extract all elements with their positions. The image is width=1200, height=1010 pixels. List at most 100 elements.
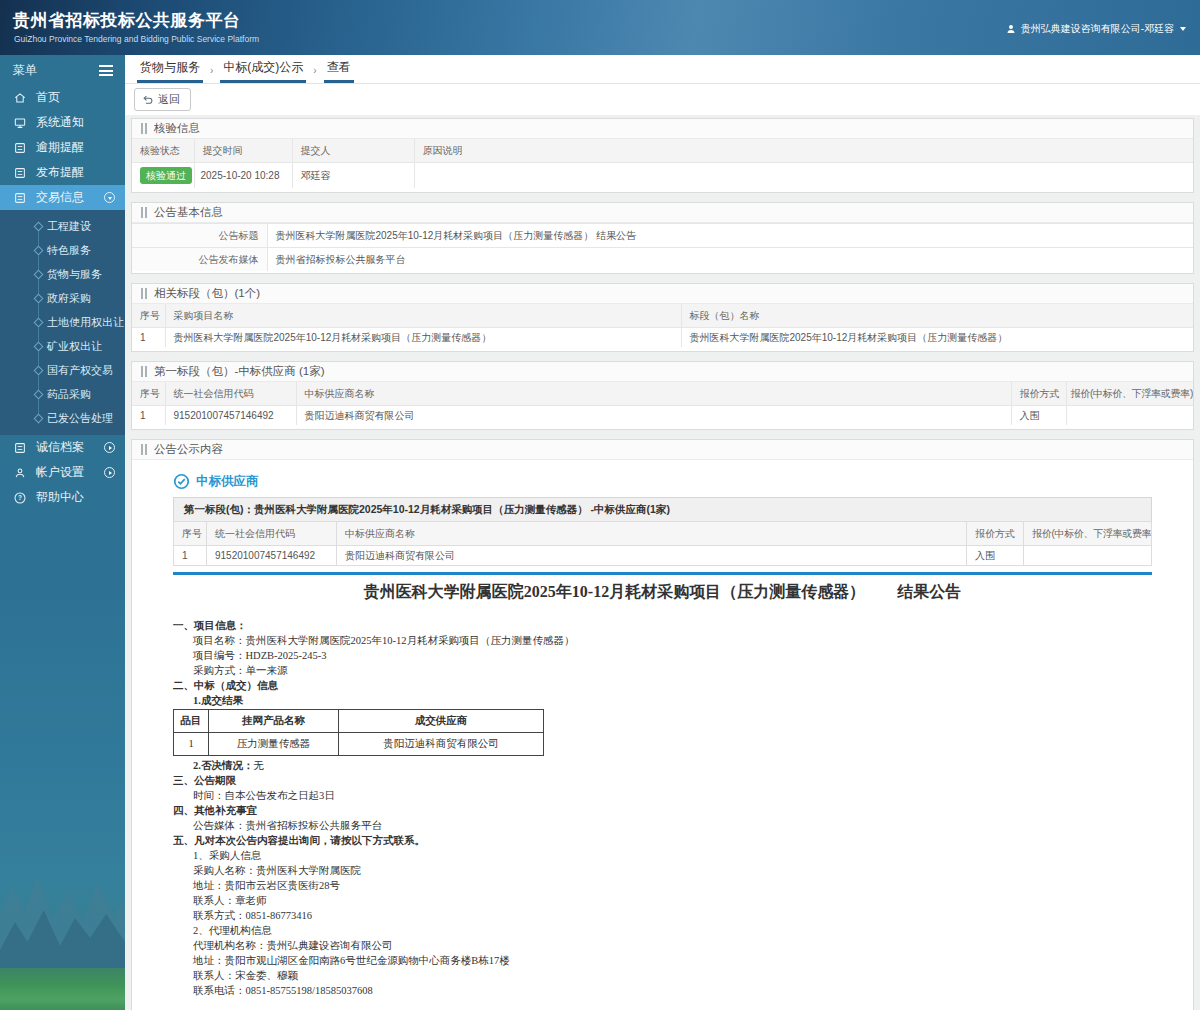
col-header: 提交人 xyxy=(292,139,414,163)
col-header: 挂网产品名称 xyxy=(209,710,339,733)
user-menu[interactable]: 贵州弘典建设咨询有限公司-邓廷容 xyxy=(1005,22,1186,36)
col-header: 报价(中标价、下浮率或费率) xyxy=(1024,522,1152,546)
doc-line: 1.成交结果 xyxy=(193,693,1152,708)
document-icon xyxy=(13,191,27,205)
doc-lines-a: 一、项目信息：项目名称：贵州医科大学附属医院2025年10-12月耗材采购项目（… xyxy=(173,618,1152,708)
submenu-item[interactable]: 政府采购 xyxy=(0,286,125,310)
row-index: 1 xyxy=(132,328,165,348)
supplier-name: 贵阳迈迪科商贸有限公司 xyxy=(296,406,1011,426)
section-marker-icon xyxy=(141,444,147,455)
user-name: 贵州弘典建设咨询有限公司-邓廷容 xyxy=(1021,22,1174,36)
sidebar-item-overdue[interactable]: 逾期提醒 xyxy=(0,135,125,160)
table-row: 核验通过 2025-10-20 10:28 邓廷容 xyxy=(132,163,1193,189)
main-area: 货物与服务 › 中标(成交)公示 › 查看 返回 核验信息 核验状态 提交时间 … xyxy=(125,55,1200,1010)
submenu-item[interactable]: 药品采购 xyxy=(0,382,125,406)
col-header: 序号 xyxy=(174,522,207,546)
col-header: 中标供应商名称 xyxy=(337,522,967,546)
sidebar-item-label: 帮助中心 xyxy=(36,489,84,506)
supplier-name: 贵阳迈迪科商贸有限公司 xyxy=(337,546,967,566)
submit-time: 2025-10-20 10:28 xyxy=(194,163,292,189)
doc-line: 采购方式：单一来源 xyxy=(193,663,1152,678)
sidebar-item-credit[interactable]: 诚信档案 xyxy=(0,435,125,460)
item-no: 1 xyxy=(174,733,209,756)
submenu-item[interactable]: 工程建设 xyxy=(0,214,125,238)
col-header: 序号 xyxy=(132,382,165,406)
doc-line: 二、中标（成交）信息 xyxy=(173,678,1152,693)
related-table: 序号 采购项目名称 标段（包）名称 1 贵州医科大学附属医院2025年10-12… xyxy=(132,304,1193,347)
sidebar-item-help[interactable]: ? 帮助中心 xyxy=(0,485,125,510)
sidebar-item-label: 发布提醒 xyxy=(36,164,84,181)
sidebar-item-notices[interactable]: 系统通知 xyxy=(0,110,125,135)
winner-heading: 中标供应商 xyxy=(173,473,1152,490)
hamburger-icon[interactable] xyxy=(99,65,113,76)
submenu-item[interactable]: 矿业权出让 xyxy=(0,334,125,358)
back-button[interactable]: 返回 xyxy=(134,88,191,111)
list-icon xyxy=(13,441,27,455)
quote-value xyxy=(1024,546,1152,566)
doc-line: 三、公告期限 xyxy=(173,773,1152,788)
sidebar-item-trade[interactable]: 交易信息 xyxy=(0,185,125,210)
section-header: 核验信息 xyxy=(132,119,1193,139)
submitter: 邓廷容 xyxy=(292,163,414,189)
chevron-right-icon xyxy=(104,467,115,478)
field-label: 公告发布媒体 xyxy=(132,248,267,272)
col-header: 报价方式 xyxy=(1011,382,1066,406)
section-marker-icon xyxy=(141,366,147,377)
sidebar-item-publish[interactable]: 发布提醒 xyxy=(0,160,125,185)
doc-line: 五、凡对本次公告内容提出询间，请按以下方式联系。 xyxy=(173,833,1152,848)
reason xyxy=(414,163,1193,189)
doc-line: 联系人：章老师 xyxy=(193,893,1152,908)
row-index: 1 xyxy=(174,546,207,566)
sidebar-header: 菜单 xyxy=(0,55,125,85)
home-icon xyxy=(13,91,27,105)
section-verify: 核验信息 核验状态 提交时间 提交人 原因说明 核验通过 2025-10-20 … xyxy=(131,118,1194,193)
section-header: 相关标段（包）(1个) xyxy=(132,284,1193,304)
sidebar-item-account[interactable]: 帐户设置 xyxy=(0,460,125,485)
submenu-item[interactable]: 已发公告处理 xyxy=(0,406,125,430)
sidebar-item-home[interactable]: 首页 xyxy=(0,85,125,110)
submenu-item[interactable]: 国有产权交易 xyxy=(0,358,125,382)
breadcrumb-item[interactable]: 中标(成交)公示 xyxy=(220,53,306,83)
section-marker-icon xyxy=(141,123,147,134)
doc-line: 2、代理机构信息 xyxy=(193,923,1152,938)
section-marker-icon xyxy=(141,207,147,218)
question-icon: ? xyxy=(13,491,27,505)
credit-code: 915201007457146492 xyxy=(165,406,296,426)
col-header: 成交供应商 xyxy=(339,710,544,733)
col-header: 中标供应商名称 xyxy=(296,382,1011,406)
section-header: 公告基本信息 xyxy=(132,203,1193,223)
col-header: 序号 xyxy=(132,304,165,328)
col-header: 提交时间 xyxy=(194,139,292,163)
breadcrumb-item[interactable]: 查看 xyxy=(324,53,354,83)
submenu-item[interactable]: 特色服务 xyxy=(0,238,125,262)
document-icon xyxy=(13,166,27,180)
result-table: 品目 挂网产品名称 成交供应商 1 压力测量传感器 贵阳迈迪科商贸有限公司 xyxy=(173,709,544,756)
field-value: 贵州医科大学附属医院2025年10-12月耗材采购项目（压力测量传感器） 结果公… xyxy=(267,224,1193,248)
col-header: 统一社会信用代码 xyxy=(165,382,296,406)
section-marker-icon xyxy=(141,288,147,299)
doc-line: 地址：贵阳市云岩区贵医街28号 xyxy=(193,878,1152,893)
col-header: 核验状态 xyxy=(132,139,194,163)
submenu-item[interactable]: 土地使用权出让 xyxy=(0,310,125,334)
section-title: 第一标段（包）-中标供应商 (1家) xyxy=(154,365,325,378)
person-icon xyxy=(13,466,27,480)
product-name: 压力测量传感器 xyxy=(209,733,339,756)
doc-line: 项目名称：贵州医科大学附属医院2025年10-12月耗材采购项目（压力测量传感器… xyxy=(193,633,1152,648)
doc-line: 地址：贵阳市观山湖区金阳南路6号世纪金源购物中心商务楼B栋17楼 xyxy=(193,953,1152,968)
breadcrumb-item[interactable]: 货物与服务 xyxy=(137,53,203,83)
field-value: 贵州省招标投标公共服务平台 xyxy=(267,248,1193,272)
doc-line: 联系人：宋金委、穆颖 xyxy=(193,968,1152,983)
table-row: 1 压力测量传感器 贵阳迈迪科商贸有限公司 xyxy=(174,733,544,756)
table-row: 公告标题 贵州医科大学附属医院2025年10-12月耗材采购项目（压力测量传感器… xyxy=(132,224,1193,248)
winner-heading-label: 中标供应商 xyxy=(196,473,259,490)
col-header: 采购项目名称 xyxy=(165,304,681,328)
basic-table: 公告标题 贵州医科大学附属医院2025年10-12月耗材采购项目（压力测量传感器… xyxy=(132,223,1193,271)
winners-table: 序号 统一社会信用代码 中标供应商名称 报价方式 报价(中标价、下浮率或费率) … xyxy=(132,382,1193,425)
doc-lines-b: 2.否决情况：无三、公告期限时间：自本公告发布之日起3日四、其他补充事宜公告媒体… xyxy=(173,758,1152,998)
chevron-right-icon xyxy=(104,442,115,453)
doc-line: 一、项目信息： xyxy=(173,618,1152,633)
submenu-item[interactable]: 货物与服务 xyxy=(0,262,125,286)
deal-supplier: 贵阳迈迪科商贸有限公司 xyxy=(339,733,544,756)
col-header: 报价(中标价、下浮率或费率) xyxy=(1066,382,1193,406)
section-winners: 第一标段（包）-中标供应商 (1家) 序号 统一社会信用代码 中标供应商名称 报… xyxy=(131,361,1194,430)
